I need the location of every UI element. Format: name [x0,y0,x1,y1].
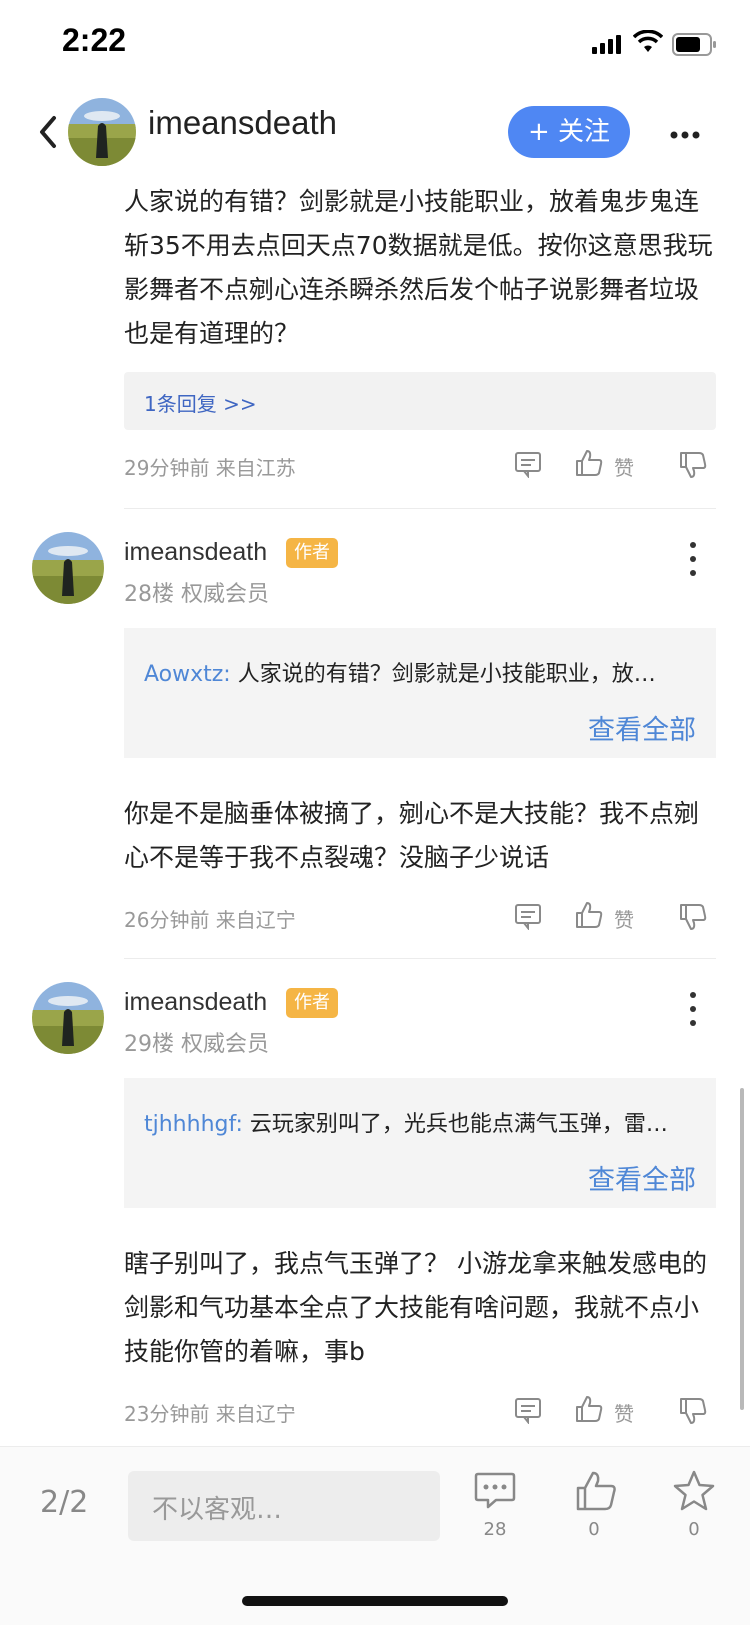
like-icon[interactable] [574,900,604,934]
favorite-count: 0 [688,1519,700,1540]
wifi-icon [632,29,664,58]
back-button[interactable] [34,112,60,152]
floor-info: 29楼 权威会员 [124,1032,269,1057]
reply-icon[interactable] [514,1396,542,1428]
comment-icon[interactable] [474,1471,516,1515]
comment-input-placeholder: 不以客观… [152,1495,283,1525]
comment-meta: 29分钟前 来自江苏 [124,456,296,480]
quote-user[interactable]: tjhhhhgf: [144,1112,243,1137]
comment-content: 瞎子别叫了，我点气玉弹了？ 小游龙拿来触发感电的 剑影和气功基本全点了大技能有啥… [124,1249,707,1366]
quote-line: tjhhhhgf: 云玩家别叫了，光兵也能点满气玉弹，雷… [144,1106,700,1138]
follow-button[interactable]: + 关注 [508,106,630,158]
replies-link[interactable]: 1条回复 >> [144,388,257,417]
replies-box[interactable]: 1条回复 >> [124,372,716,430]
comment-content: 你是不是脑垂体被摘了，剜心不是大技能？我不点剜心不是等于我不点裂魂？没脑子少说话 [124,799,700,872]
divider [124,508,716,509]
avatar[interactable] [32,982,104,1054]
scrollbar[interactable] [740,1088,744,1410]
view-all-link[interactable]: 查看全部 [588,708,696,747]
divider [124,958,716,959]
signal-icon [592,34,624,58]
reply-icon[interactable] [514,902,542,934]
view-all-link[interactable]: 查看全部 [588,1158,696,1197]
like-count: 0 [588,1519,600,1540]
comment-username[interactable]: imeansdeath [124,538,267,567]
comment-content: 人家说的有错？剑影就是小技能职业，放着鬼步鬼连斩35不用去点回天点70数据就是低… [124,187,713,348]
reply-icon[interactable] [514,450,542,482]
like-label[interactable]: 赞 [614,452,634,481]
quote-box[interactable]: tjhhhhgf: 云玩家别叫了，光兵也能点满气玉弹，雷… 查看全部 [124,1078,716,1208]
dislike-icon[interactable] [678,902,708,936]
comment-meta: 23分钟前 来自辽宁 [124,1402,296,1426]
like-label[interactable]: 赞 [614,1398,634,1427]
comment-username[interactable]: imeansdeath [124,988,267,1017]
quote-text: 人家说的有错？剑影就是小技能职业，放… [237,662,656,687]
header-username[interactable]: imeansdeath [148,104,337,142]
quote-text: 云玩家别叫了，光兵也能点满气玉弹，雷… [249,1112,668,1137]
like-label[interactable]: 赞 [614,904,634,933]
quote-user[interactable]: Aowxtz: [144,662,231,687]
comment-count: 28 [483,1519,507,1540]
author-badge: 作者 [286,988,338,1018]
page-indicator[interactable]: 2/2 [40,1485,88,1520]
comment-meta: 26分钟前 来自辽宁 [124,908,296,932]
quote-line: Aowxtz: 人家说的有错？剑影就是小技能职业，放… [144,656,700,688]
thumbs-up-icon[interactable] [574,1469,618,1517]
status-time: 2:22 [62,22,127,58]
comment-more-icon[interactable] [690,992,696,1034]
author-badge: 作者 [286,538,338,568]
star-icon[interactable] [672,1469,716,1517]
dislike-icon[interactable] [678,1396,708,1430]
like-icon[interactable] [574,448,604,482]
like-icon[interactable] [574,1394,604,1428]
more-options-icon[interactable] [670,124,700,143]
comment-input[interactable]: 不以客观… [128,1471,440,1541]
dislike-icon[interactable] [678,450,708,484]
floor-info: 28楼 权威会员 [124,582,269,607]
quote-box[interactable]: Aowxtz: 人家说的有错？剑影就是小技能职业，放… 查看全部 [124,628,716,758]
battery-icon [672,33,718,61]
comment-more-icon[interactable] [690,542,696,584]
avatar[interactable] [32,532,104,604]
home-indicator[interactable] [242,1596,508,1606]
avatar[interactable] [68,98,136,166]
